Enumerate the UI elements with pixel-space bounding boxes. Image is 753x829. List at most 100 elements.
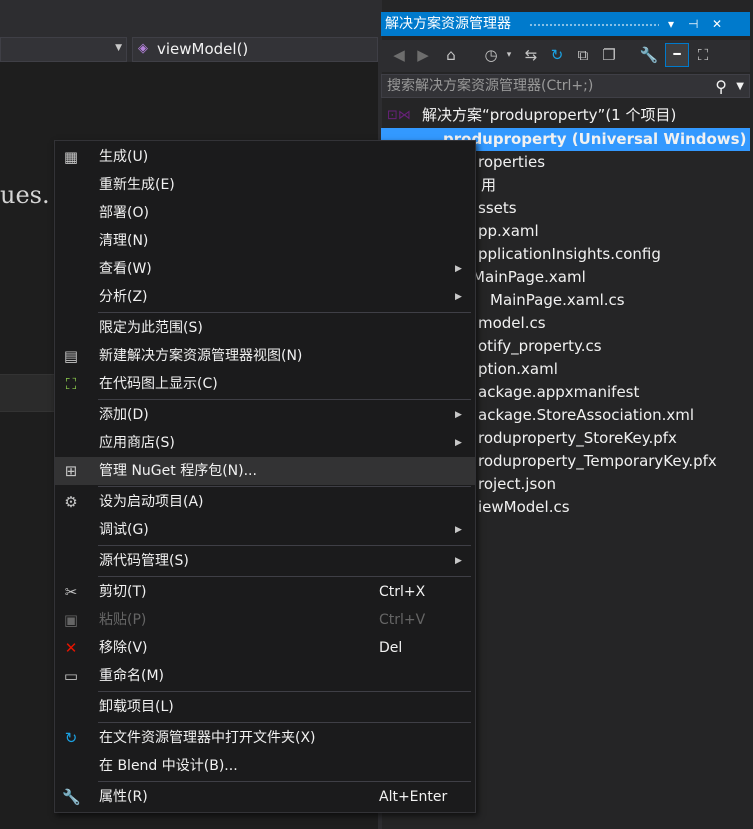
close-icon[interactable]: ✕: [712, 12, 722, 36]
tree-item-label: ption.xaml: [478, 360, 558, 378]
menu-item-clean[interactable]: 清理(N): [55, 227, 475, 255]
home-icon[interactable]: ⌂: [441, 45, 461, 65]
menu-item-deploy[interactable]: 部署(O): [55, 199, 475, 227]
current-line-highlight: [0, 374, 55, 412]
menu-item-manage-nuget[interactable]: ⊞ 管理 NuGet 程序包(N)...: [55, 457, 475, 485]
nuget-icon: ⊞: [64, 462, 78, 480]
menu-item-unload-project[interactable]: 卸载项目(L): [55, 693, 475, 721]
search-placeholder: 搜索解决方案资源管理器(Ctrl+;): [387, 78, 594, 94]
tree-item-label: roperties: [478, 153, 546, 171]
menu-item-label: 添加(D): [99, 407, 149, 423]
member-dropdown-label: viewModel(): [157, 40, 249, 58]
menu-item-label: 剪切(T): [99, 584, 147, 600]
menu-shortcut: Ctrl+X: [379, 584, 426, 600]
chevron-down-icon[interactable]: ▾: [499, 45, 519, 65]
tree-item-label: ssets: [478, 199, 517, 217]
tree-item-label: pp.xaml: [478, 222, 539, 240]
menu-item-remove[interactable]: ✕ 移除(V) Del: [55, 634, 475, 662]
build-icon: ▦: [63, 148, 79, 166]
tree-item-label: MainPage.xaml: [472, 268, 586, 286]
member-dropdown[interactable]: ◈ viewModel(): [132, 37, 378, 62]
menu-item-label: 在文件资源管理器中打开文件夹(X): [99, 730, 316, 746]
menu-shortcut: Ctrl+V: [379, 612, 426, 628]
menu-item-label: 粘贴(P): [99, 612, 147, 628]
menu-item-debug[interactable]: 调试(G) ▶: [55, 516, 475, 544]
menu-item-rename[interactable]: ▭ 重命名(M): [55, 662, 475, 690]
code-map-icon: ⛶: [65, 375, 77, 393]
submenu-arrow-icon: ▶: [455, 410, 462, 420]
menu-item-add[interactable]: 添加(D) ▶: [55, 401, 475, 429]
search-icon[interactable]: ⚲: [715, 76, 727, 98]
menu-item-paste[interactable]: ▣ 粘贴(P) Ctrl+V: [55, 606, 475, 634]
method-cube-icon: ◈: [138, 41, 148, 56]
code-text: ues.: [0, 181, 50, 209]
tree-item-label: otify_property.cs: [478, 337, 602, 355]
back-icon[interactable]: ◀: [389, 45, 409, 65]
menu-item-label: 应用商店(S): [99, 435, 175, 451]
menu-item-label: 新建解决方案资源管理器视图(N): [99, 348, 303, 364]
menu-item-label: 移除(V): [99, 640, 148, 656]
menu-item-label: 在 Blend 中设计(B)...: [99, 758, 238, 774]
menu-separator: [98, 691, 471, 692]
tree-item-label: model.cs: [478, 314, 546, 332]
menu-item-label: 重命名(M): [99, 668, 165, 684]
refresh-folder-icon: ↻: [64, 729, 78, 747]
sync-with-document-icon[interactable]: ⇆: [521, 45, 541, 65]
submenu-arrow-icon: ▶: [455, 264, 462, 274]
menu-item-show-on-code-map[interactable]: ⛶ 在代码图上显示(C): [55, 370, 475, 398]
new-view-icon: ▤: [63, 347, 79, 365]
tree-item-label: iewModel.cs: [478, 498, 570, 516]
refresh-icon[interactable]: ↻: [547, 45, 567, 65]
show-all-files-icon[interactable]: ❐: [599, 45, 619, 65]
code-map-icon[interactable]: ⛶: [693, 45, 713, 65]
menu-item-label: 部署(O): [99, 205, 149, 221]
menu-item-label: 源代码管理(S): [99, 553, 189, 569]
menu-item-build[interactable]: ▦ 生成(U): [55, 143, 475, 171]
menu-item-new-explorer-view[interactable]: ▤ 新建解决方案资源管理器视图(N): [55, 342, 475, 370]
menu-item-source-control[interactable]: 源代码管理(S) ▶: [55, 547, 475, 575]
tree-item-solution[interactable]: 解决方案“produproperty”(1 个项目): [381, 104, 750, 127]
menu-item-open-in-explorer[interactable]: ↻ 在文件资源管理器中打开文件夹(X): [55, 724, 475, 752]
menu-separator: [98, 312, 471, 313]
forward-icon[interactable]: ▶: [413, 45, 433, 65]
menu-item-label: 设为启动项目(A): [99, 494, 204, 510]
collapse-all-icon[interactable]: ⧉: [573, 45, 593, 65]
menu-separator: [98, 399, 471, 400]
menu-item-properties[interactable]: 🔧 属性(R) Alt+Enter: [55, 783, 475, 811]
chevron-down-icon: ▼: [115, 43, 122, 53]
window-position-icon[interactable]: ▾: [668, 12, 674, 36]
auto-hide-pin-icon[interactable]: ⊣: [688, 12, 698, 36]
properties-wrench-icon[interactable]: 🔧: [639, 45, 659, 65]
tree-item-label: roduproperty_StoreKey.pfx: [478, 429, 677, 447]
menu-item-store[interactable]: 应用商店(S) ▶: [55, 429, 475, 457]
menu-item-label: 分析(Z): [99, 289, 148, 305]
pending-changes-filter-icon[interactable]: ◷: [481, 45, 501, 65]
wrench-icon: 🔧: [62, 788, 81, 806]
menu-item-label: 生成(U): [99, 149, 149, 165]
menu-separator: [98, 781, 471, 782]
menu-item-label: 查看(W): [99, 261, 152, 277]
tree-item-label: roduproperty_TemporaryKey.pfx: [478, 452, 717, 470]
menu-separator: [98, 576, 471, 577]
menu-item-design-in-blend[interactable]: 在 Blend 中设计(B)...: [55, 752, 475, 780]
tree-item-label: ackage.StoreAssociation.xml: [478, 406, 695, 424]
menu-separator: [98, 486, 471, 487]
tree-item-label: MainPage.xaml.cs: [490, 291, 625, 309]
type-dropdown[interactable]: ▼: [0, 37, 127, 62]
menu-item-label: 在代码图上显示(C): [99, 376, 218, 392]
menu-item-label: 管理 NuGet 程序包(N)...: [99, 463, 257, 479]
menu-item-view[interactable]: 查看(W) ▶: [55, 255, 475, 283]
solution-search-input[interactable]: 搜索解决方案资源管理器(Ctrl+;) ⚲ ▼: [381, 74, 750, 98]
menu-item-analyze[interactable]: 分析(Z) ▶: [55, 283, 475, 311]
menu-item-label: 重新生成(E): [99, 177, 175, 193]
menu-item-set-startup[interactable]: ⚙ 设为启动项目(A): [55, 488, 475, 516]
menu-shortcut: Alt+Enter: [379, 789, 448, 805]
menu-item-rebuild[interactable]: 重新生成(E): [55, 171, 475, 199]
menu-item-cut[interactable]: ✂ 剪切(T) Ctrl+X: [55, 578, 475, 606]
chevron-down-icon[interactable]: ▼: [736, 76, 744, 98]
menu-item-scope-to-this[interactable]: 限定为此范围(S): [55, 314, 475, 342]
menu-separator: [98, 545, 471, 546]
preview-selected-items-button[interactable]: ━: [665, 43, 689, 67]
menu-shortcut: Del: [379, 640, 403, 656]
solution-explorer-title-bar[interactable]: 解决方案资源管理器 ▾ ⊣ ✕: [381, 12, 750, 36]
